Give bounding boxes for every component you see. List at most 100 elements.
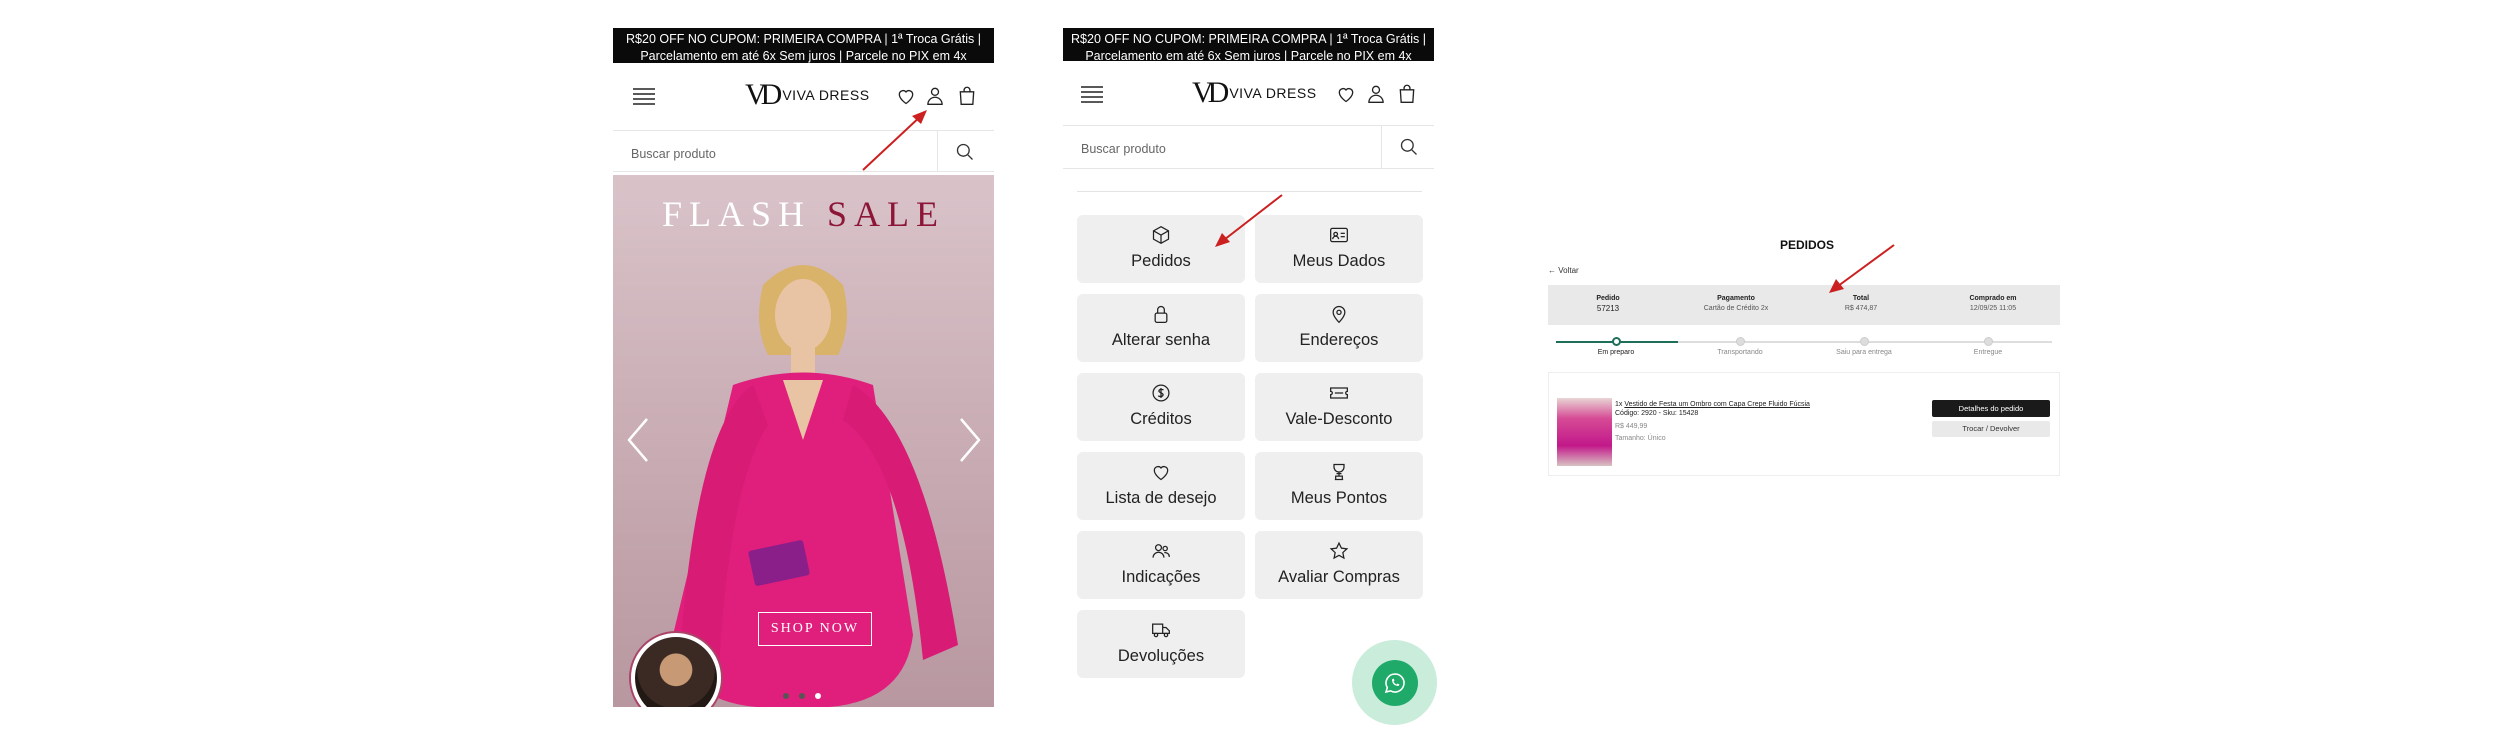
menu-label: Lista de desejo xyxy=(1105,489,1217,507)
payment-label: Pagamento xyxy=(1717,295,1755,302)
menu-label: Meus Pontos xyxy=(1290,489,1388,507)
order-number-cell: Pedido 57213 xyxy=(1553,294,1663,314)
menu-devolucoes-button[interactable]: Devoluções xyxy=(1077,610,1245,678)
dollar-coin-icon xyxy=(1152,384,1170,402)
exchange-return-button[interactable]: Trocar / Devolver xyxy=(1932,421,2050,437)
shop-now-button[interactable]: SHOP NOW xyxy=(758,612,872,646)
menu-meus-pontos-button[interactable]: Meus Pontos xyxy=(1255,452,1423,520)
progress-step: Saiu para entrega xyxy=(1804,337,1924,356)
brand-name: VIVA DRESS xyxy=(782,87,870,103)
purchase-date-cell: Comprado em 12/09/25 11:05 xyxy=(1938,294,2048,314)
brand-logo[interactable]: VD VIVA DRESS xyxy=(745,78,870,112)
progress-step: Transportando xyxy=(1680,337,1800,356)
total-value: R$ 474,87 xyxy=(1844,305,1878,312)
annotation-arrow-icon xyxy=(862,110,927,171)
user-icon[interactable] xyxy=(1366,83,1386,105)
brand-logo[interactable]: VD VIVA DRESS xyxy=(1192,76,1317,110)
carousel-dots xyxy=(783,693,821,699)
progress-step: Em preparo xyxy=(1556,337,1676,356)
search-icon[interactable] xyxy=(1399,137,1419,157)
total-label: Total xyxy=(1852,295,1870,302)
menu-enderecos-button[interactable]: Endereços xyxy=(1255,294,1423,362)
menu-indicacoes-button[interactable]: Indicações xyxy=(1077,531,1245,599)
menu-label: Meus Dados xyxy=(1292,252,1386,270)
step-label: Em preparo xyxy=(1597,349,1635,356)
hamburger-menu-icon[interactable] xyxy=(1080,84,1104,104)
progress-step: Entregue xyxy=(1928,337,2048,356)
menu-label: Alterar senha xyxy=(1111,331,1211,349)
shopping-bag-icon[interactable] xyxy=(1397,83,1417,105)
promo-banner: R$20 OFF NO CUPOM: PRIMEIRA COMPRA | 1ª … xyxy=(613,28,994,63)
product-code: Código: 2920 - Sku: 15428 xyxy=(1615,410,1699,417)
hero-banner[interactable]: FLASH SALE SHOP NOW xyxy=(613,175,994,707)
divider xyxy=(1077,191,1422,192)
menu-lista-de-desejo-button[interactable]: Lista de desejo xyxy=(1077,452,1245,520)
product-qty: 1x xyxy=(1615,401,1623,408)
hamburger-menu-icon[interactable] xyxy=(632,86,656,106)
order-details-button[interactable]: Detalhes do pedido xyxy=(1932,400,2050,417)
whatsapp-icon xyxy=(1384,673,1405,694)
menu-alterar-senha-button[interactable]: Alterar senha xyxy=(1077,294,1245,362)
purchase-date-value: 12/09/25 11:05 xyxy=(1969,305,2017,312)
carousel-dot[interactable] xyxy=(799,693,805,699)
back-link[interactable]: ← Voltar xyxy=(1548,266,1579,275)
step-label: Entregue xyxy=(1973,349,2003,356)
brand-name: VIVA DRESS xyxy=(1229,85,1317,101)
order-summary: Pedido 57213 Pagamento Cartão de Crédito… xyxy=(1548,285,2060,325)
product-price: R$ 449,99 xyxy=(1615,423,1648,430)
user-icon[interactable] xyxy=(925,85,945,107)
menu-label: Avaliar Compras xyxy=(1278,568,1400,586)
carousel-next-icon[interactable] xyxy=(955,415,985,465)
promo-line-2: Parcelamento em até 6x Sem juros | Parce… xyxy=(640,49,967,63)
payment-cell: Pagamento Cartão de Crédito 2x xyxy=(1681,294,1791,314)
menu-label: Vale-Desconto xyxy=(1285,410,1393,428)
promo-line-2: Parcelamento em até 6x Sem juros | Parce… xyxy=(1085,49,1412,63)
menu-label: Endereços xyxy=(1299,331,1379,349)
users-icon xyxy=(1152,544,1170,558)
search-bar xyxy=(1063,125,1434,169)
ticket-icon xyxy=(1330,387,1348,399)
menu-avaliar-compras-button[interactable]: Avaliar Compras xyxy=(1255,531,1423,599)
heart-icon[interactable] xyxy=(1336,84,1356,104)
box-icon xyxy=(1152,225,1170,245)
carousel-dot[interactable] xyxy=(783,693,789,699)
star-icon xyxy=(1329,541,1349,560)
menu-creditos-button[interactable]: Créditos xyxy=(1077,373,1245,441)
search-bar xyxy=(613,130,994,172)
order-number-label: Pedido xyxy=(1596,295,1620,302)
lock-icon xyxy=(1154,305,1168,323)
payment-value: Cartão de Crédito 2x xyxy=(1703,305,1769,312)
step-dot xyxy=(1983,337,1993,346)
order-item: 1x Vestido de Festa um Ombro com Capa Cr… xyxy=(1548,372,2060,476)
promo-line-1: R$20 OFF NO CUPOM: PRIMEIRA COMPRA | 1ª … xyxy=(626,32,981,46)
purchase-date-label: Comprado em xyxy=(1969,295,2017,302)
id-card-icon xyxy=(1330,227,1348,243)
carousel-dot-active[interactable] xyxy=(815,693,821,699)
annotation-arrow-icon xyxy=(1215,194,1283,247)
step-dot xyxy=(1859,337,1869,346)
menu-label: Pedidos xyxy=(1131,252,1191,270)
brand-mark: VD xyxy=(745,78,782,111)
total-cell: Total R$ 474,87 xyxy=(1806,294,1916,314)
truck-icon xyxy=(1152,623,1170,638)
product-name-link[interactable]: Vestido de Festa um Ombro com Capa Crepe… xyxy=(1624,401,1810,408)
annotation-arrow-icon xyxy=(1829,244,1895,293)
heart-icon xyxy=(1153,465,1169,481)
brand-mark: VD xyxy=(1192,76,1229,109)
map-pin-icon xyxy=(1332,305,1346,324)
menu-label: Créditos xyxy=(1130,410,1192,428)
whatsapp-button[interactable] xyxy=(1372,660,1418,706)
menu-vale-desconto-button[interactable]: Vale-Desconto xyxy=(1255,373,1423,441)
promo-banner: R$20 OFF NO CUPOM: PRIMEIRA COMPRA | 1ª … xyxy=(1063,28,1434,63)
product-size: Tamanho: Único xyxy=(1615,435,1666,442)
trophy-icon xyxy=(1333,463,1345,481)
search-icon[interactable] xyxy=(955,142,975,162)
search-input[interactable] xyxy=(1079,141,1383,157)
step-dot-active xyxy=(1611,337,1621,346)
shopping-bag-icon[interactable] xyxy=(957,85,977,107)
heart-icon[interactable] xyxy=(896,86,916,106)
product-line: 1x Vestido de Festa um Ombro com Capa Cr… xyxy=(1615,401,1810,408)
step-label: Transportando xyxy=(1717,349,1763,356)
product-thumbnail[interactable] xyxy=(1557,398,1612,466)
carousel-prev-icon[interactable] xyxy=(623,415,653,465)
